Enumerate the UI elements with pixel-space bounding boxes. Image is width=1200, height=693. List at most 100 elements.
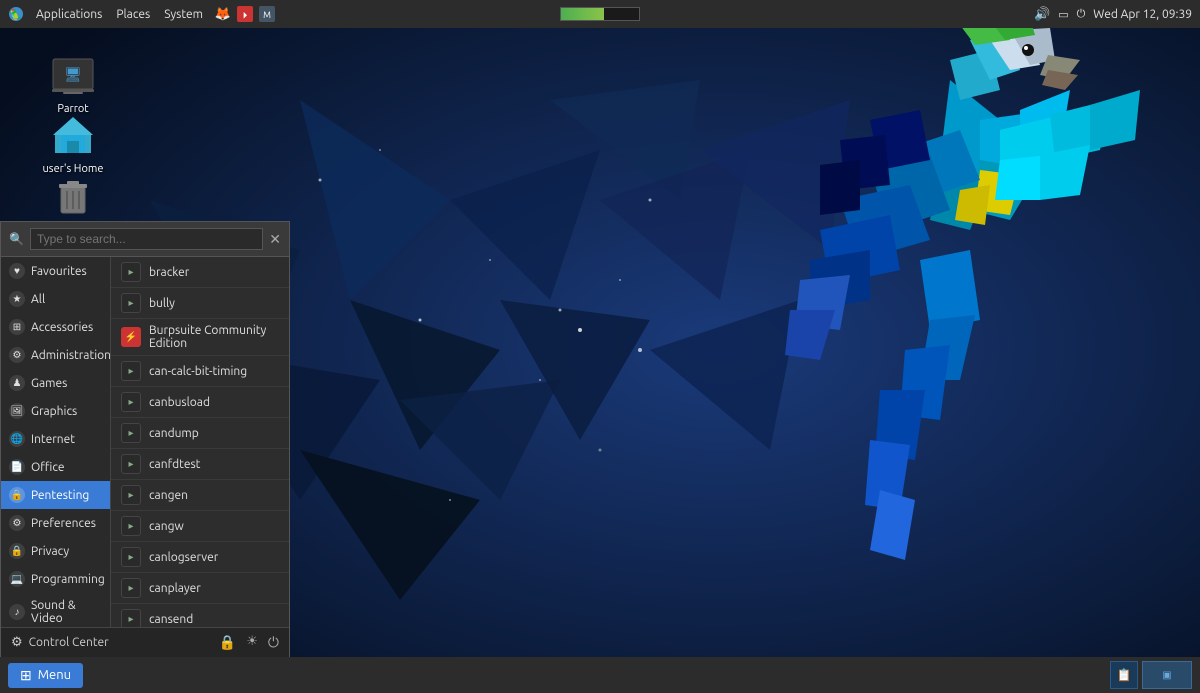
category-item-administration[interactable]: ⚙ Administration [1, 341, 110, 369]
category-item-privacy[interactable]: 🔒 Privacy [1, 537, 110, 565]
app-item[interactable]: ⚡Burpsuite Community Edition [111, 319, 289, 356]
app-item[interactable]: ▸canlogserver [111, 542, 289, 573]
category-label: Pentesting [31, 489, 89, 502]
app-icon: ▸ [121, 392, 141, 412]
category-label: Games [31, 377, 67, 390]
app-item[interactable]: ▸bracker [111, 257, 289, 288]
category-label: Internet [31, 433, 75, 446]
category-icon: ⊞ [9, 319, 25, 335]
search-input[interactable] [30, 228, 263, 250]
progress-bar [560, 7, 640, 21]
category-icon: 🖼 [9, 403, 25, 419]
category-icon: 💻 [9, 571, 25, 587]
taskbar-left: 🦜 Applications Places System 🦊 ⏵ M [8, 6, 275, 23]
category-item-games[interactable]: ♟ Games [1, 369, 110, 397]
category-icon: ⚙ [9, 515, 25, 531]
category-item-preferences[interactable]: ⚙ Preferences [1, 509, 110, 537]
category-item-favourites[interactable]: ♥ Favourites [1, 257, 110, 285]
brightness-icon[interactable]: ☀ [246, 634, 258, 651]
app-icon: ▸ [121, 361, 141, 381]
menu-grid-icon: ⊞ [20, 667, 32, 684]
app-label: bully [149, 297, 175, 310]
category-label: Sound & Video [31, 599, 102, 625]
category-icon: 🌐 [9, 431, 25, 447]
control-center-icon: ⚙ [11, 635, 23, 650]
app-label: canfdtest [149, 458, 200, 471]
category-item-office[interactable]: 📄 Office [1, 453, 110, 481]
app-item[interactable]: ▸ cangw [111, 511, 289, 542]
app-item[interactable]: ▸ candump [111, 418, 289, 449]
app-icon: ▸ [121, 485, 141, 505]
bottom-icon-2[interactable]: ▣ [1142, 661, 1192, 689]
category-item-sound-&-video[interactable]: ♪ Sound & Video [1, 593, 110, 627]
control-center-label: Control Center [29, 636, 109, 649]
app-label: cangw [149, 520, 184, 533]
system-menu[interactable]: System [158, 6, 209, 23]
taskbar-menu: Applications Places System [30, 6, 209, 23]
category-item-accessories[interactable]: ⊞Accessories [1, 313, 110, 341]
firefox-icon[interactable]: 🦊 [215, 6, 231, 22]
category-icon: ♪ [9, 604, 25, 620]
search-bar: 🔍 ✕ [1, 222, 289, 257]
lock-icon[interactable]: 🔒 [219, 634, 236, 651]
category-icon: ♥ [9, 263, 25, 279]
svg-text:⏵: ⏵ [243, 10, 248, 20]
app-item[interactable]: ▸canfdtest [111, 449, 289, 480]
bottom-icon-1[interactable]: 📋 [1110, 661, 1138, 689]
app-label: cangen [149, 489, 188, 502]
svg-text:🖥: 🖥 [64, 66, 82, 82]
parrot-icon: 🖥 [49, 51, 97, 99]
app-icon: ⚡ [121, 327, 141, 347]
category-icon: ♟ [9, 375, 25, 391]
app-icon: ▸ [121, 516, 141, 536]
apps-list-panel: ▸bracker▸bully⚡Burpsuite Community Editi… [111, 257, 289, 627]
power-icon[interactable]: ⏻ [1077, 8, 1086, 21]
category-item-graphics[interactable]: 🖼Graphics [1, 397, 110, 425]
app-item[interactable]: ▸bully [111, 288, 289, 319]
category-item-all[interactable]: ★All [1, 285, 110, 313]
control-center-bar: ⚙ Control Center 🔒 ☀ ⏻ [1, 627, 289, 657]
app-item[interactable]: ▸ cangen [111, 480, 289, 511]
taskbar-right: 🔊 ▭ ⏻ Wed Apr 12, 09:39 [1034, 7, 1192, 22]
applications-menu[interactable]: Applications [30, 6, 108, 23]
trash-icon [49, 171, 97, 219]
category-label: Preferences [31, 517, 96, 530]
app-item[interactable]: ▸ canbusload [111, 387, 289, 418]
taskbar-center [560, 7, 640, 21]
category-label: Privacy [31, 545, 69, 558]
app-icon: ▸ [121, 262, 141, 282]
category-icon: ⚙ [9, 347, 25, 363]
category-icon: 🔒 [9, 543, 25, 559]
desktop: 🦜 Applications Places System 🦊 ⏵ M [0, 0, 1200, 693]
category-icon: 🔒 [9, 487, 25, 503]
app-label: candump [149, 427, 199, 440]
menu-button-label: Menu [38, 668, 71, 682]
category-label: All [31, 293, 45, 306]
shutdown-icon[interactable]: ⏻ [268, 634, 279, 651]
volume-icon[interactable]: 🔊 [1034, 7, 1050, 22]
places-menu[interactable]: Places [110, 6, 156, 23]
search-close-button[interactable]: ✕ [269, 231, 281, 248]
display-icon[interactable]: ▭ [1058, 8, 1068, 21]
app-item[interactable]: ▸can-calc-bit-timing [111, 356, 289, 387]
category-item-pentesting[interactable]: 🔒 Pentesting [1, 481, 110, 509]
svg-text:🦜: 🦜 [10, 8, 22, 21]
app-item[interactable]: ▸canplayer [111, 573, 289, 604]
app-icon: ▸ [121, 609, 141, 627]
menu-button[interactable]: ⊞ Menu [8, 663, 83, 688]
app-item[interactable]: ▸cansend [111, 604, 289, 627]
tool3-icon[interactable]: M [259, 6, 275, 22]
control-center-item[interactable]: ⚙ Control Center [11, 635, 109, 650]
category-item-internet[interactable]: 🌐 Internet [1, 425, 110, 453]
category-label: Office [31, 461, 65, 474]
category-label: Favourites [31, 265, 87, 278]
category-icon: 📄 [9, 459, 25, 475]
control-icons: 🔒 ☀ ⏻ [219, 634, 279, 651]
app-icon: ▸ [121, 423, 141, 443]
app-label: canbusload [149, 396, 210, 409]
category-label: Administration [31, 349, 111, 362]
parrot-logo-icon[interactable]: 🦜 [8, 6, 24, 22]
app-icon: ▸ [121, 547, 141, 567]
category-item-programming[interactable]: 💻Programming [1, 565, 110, 593]
browser2-icon[interactable]: ⏵ [237, 6, 253, 22]
